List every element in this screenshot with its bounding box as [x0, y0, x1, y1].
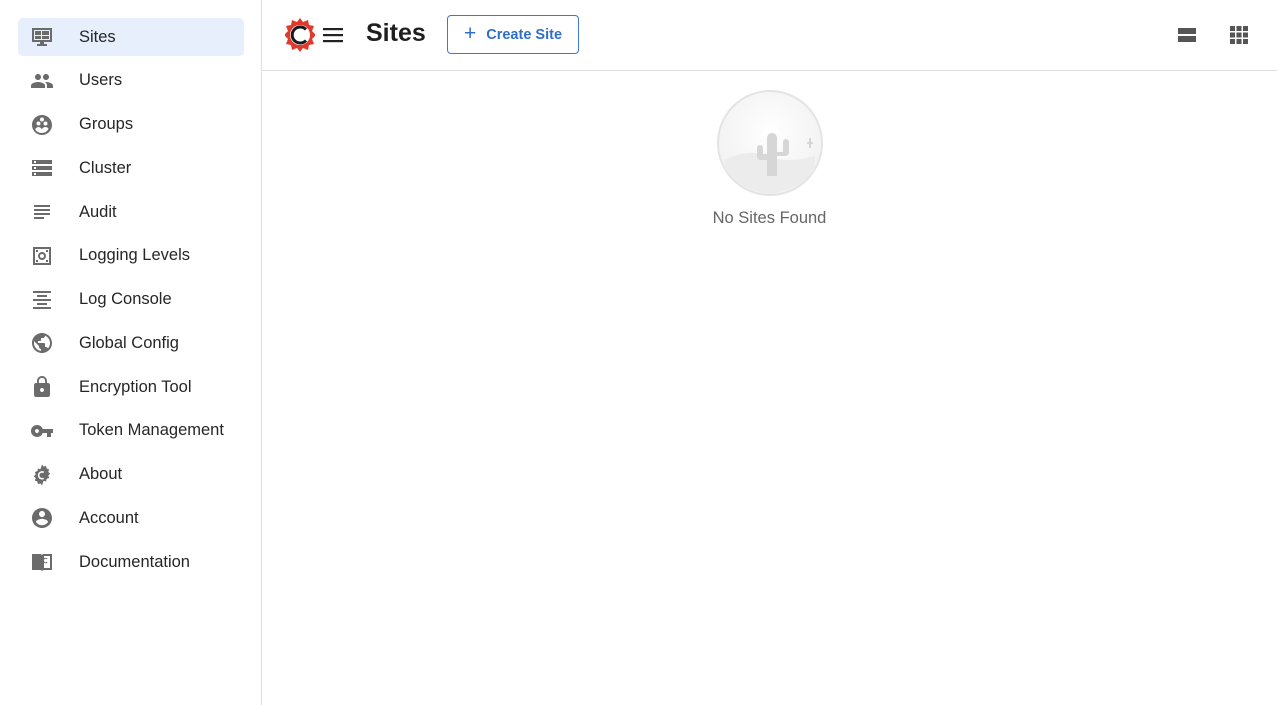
sidebar-item-label: Log Console: [79, 290, 172, 308]
list-view-icon[interactable]: [1176, 24, 1198, 46]
globe-icon: [30, 331, 54, 355]
log-console-icon: [30, 288, 54, 312]
sidebar-item-about[interactable]: About: [18, 456, 244, 494]
create-site-label: Create Site: [486, 26, 563, 43]
sidebar-item-groups[interactable]: Groups: [18, 106, 244, 144]
sidebar-item-label: Audit: [79, 202, 117, 221]
sidebar-item-sites[interactable]: Sites: [18, 18, 244, 56]
cluster-icon: [30, 156, 54, 180]
documentation-icon: [30, 550, 54, 574]
logging-levels-icon: [30, 244, 54, 268]
crafter-gear-icon: [30, 463, 54, 487]
sidebar-item-label: Global Config: [79, 333, 179, 352]
groups-icon: [30, 113, 54, 137]
sidebar-item-label: Sites: [79, 27, 116, 46]
sidebar-item-label: Encryption Tool: [79, 377, 192, 396]
sidebar: Sites Users Groups Cluster Audit Logging…: [0, 0, 262, 705]
sidebar-item-account[interactable]: Account: [18, 499, 244, 537]
sidebar-item-token-management[interactable]: Token Management: [18, 412, 244, 450]
empty-message: No Sites Found: [712, 209, 827, 227]
crafter-logo-icon[interactable]: [284, 16, 316, 54]
lock-icon: [30, 375, 54, 399]
sidebar-item-audit[interactable]: Audit: [18, 193, 244, 231]
sidebar-item-label: Documentation: [79, 552, 190, 571]
sidebar-item-label: Token Management: [79, 421, 224, 440]
hamburger-menu-icon[interactable]: [321, 23, 347, 47]
sidebar-item-cluster[interactable]: Cluster: [18, 149, 244, 187]
sidebar-item-logging-levels[interactable]: Logging Levels: [18, 237, 244, 275]
sidebar-item-encryption-tool[interactable]: Encryption Tool: [18, 368, 244, 406]
page-title: Sites: [366, 19, 426, 47]
sidebar-item-label: Groups: [79, 115, 134, 133]
plus-icon: +: [463, 22, 477, 45]
sites-icon: [30, 25, 54, 49]
audit-icon: [30, 200, 54, 224]
top-bar: Sites + Create Site: [262, 0, 1277, 71]
sidebar-item-documentation[interactable]: Documentation: [18, 543, 244, 581]
create-site-button[interactable]: + Create Site: [447, 15, 579, 54]
sidebar-item-label: Cluster: [79, 158, 132, 177]
sidebar-item-label: Account: [79, 508, 139, 527]
account-icon: [30, 506, 54, 530]
users-icon: [30, 69, 54, 93]
key-icon: [30, 419, 54, 443]
sidebar-item-global-config[interactable]: Global Config: [18, 324, 244, 362]
sidebar-item-users[interactable]: Users: [18, 62, 244, 100]
cactus-illustration-icon: [717, 90, 823, 196]
sidebar-item-label: Logging Levels: [79, 246, 191, 265]
grid-view-icon[interactable]: [1228, 24, 1250, 46]
sidebar-item-log-console[interactable]: Log Console: [18, 281, 244, 319]
sidebar-item-label: About: [79, 465, 123, 483]
sidebar-item-label: Users: [79, 71, 123, 90]
